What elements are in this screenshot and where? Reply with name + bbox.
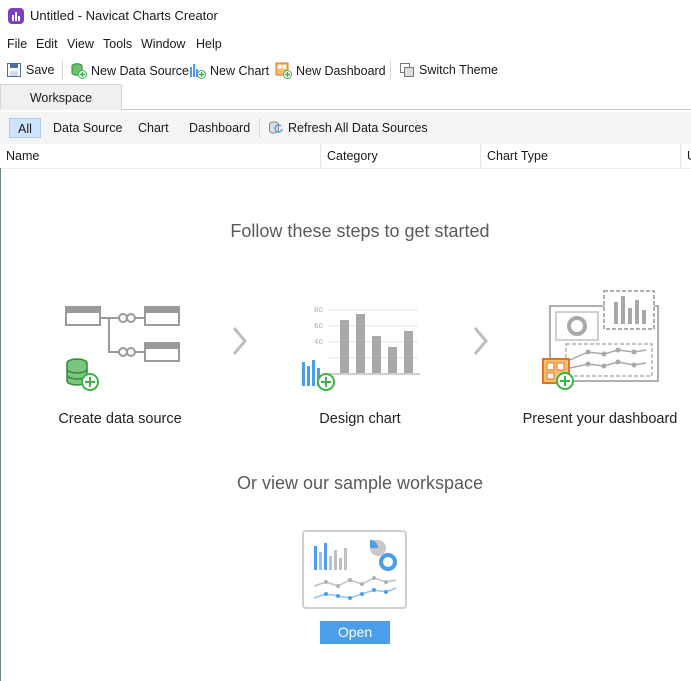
sample-workspace-thumbnail[interactable] <box>302 530 407 609</box>
toolbar: Save New Data Source New Chart New Dashb… <box>0 56 691 84</box>
chart-tick-80: 80 <box>314 306 323 314</box>
new-chart-label: New Chart <box>210 63 270 78</box>
new-data-source-button[interactable]: New Data Source <box>70 62 189 79</box>
sample-workspace-heading: Or view our sample workspace <box>236 473 484 493</box>
refresh-all-button[interactable]: Refresh All Data Sources <box>268 118 428 138</box>
filter-divider <box>259 118 260 138</box>
open-sample-button[interactable]: Open <box>320 621 390 644</box>
chevron-right-icon <box>473 327 488 355</box>
menu-view[interactable]: View <box>67 37 94 51</box>
toolbar-divider <box>390 60 391 80</box>
menu-file[interactable]: File <box>7 37 27 51</box>
switch-theme-icon <box>400 63 414 77</box>
filter-bar: All Data Source Chart Dashboard Refresh … <box>0 112 691 144</box>
new-data-source-label: New Data Source <box>91 63 189 78</box>
tab-workspace[interactable]: Workspace <box>0 84 122 110</box>
switch-theme-button[interactable]: Switch Theme <box>399 62 498 78</box>
column-updated[interactable]: U <box>680 144 691 168</box>
menu-bar: File Edit View Tools Window Help <box>0 34 691 54</box>
column-category[interactable]: Category <box>320 144 480 168</box>
window-edge <box>0 168 1 681</box>
refresh-all-label: Refresh All Data Sources <box>288 121 428 135</box>
save-label: Save <box>26 63 55 77</box>
filter-all[interactable]: All <box>9 118 41 138</box>
data-source-illustration <box>65 306 180 391</box>
new-dashboard-label: New Dashboard <box>296 63 386 78</box>
new-dashboard-button[interactable]: New Dashboard <box>275 62 386 79</box>
save-icon <box>7 63 21 77</box>
tab-strip <box>122 84 691 110</box>
step-present-dashboard: Present your dashboard <box>522 411 678 427</box>
tab-bar: Workspace <box>0 84 691 110</box>
step-create-data-source: Create data source <box>58 411 182 427</box>
new-data-source-icon <box>71 63 87 79</box>
menu-edit[interactable]: Edit <box>36 37 58 51</box>
list-column-header: Name Category Chart Type U <box>0 144 691 169</box>
new-dashboard-icon <box>275 62 292 79</box>
navicat-charts-app-icon <box>8 8 24 24</box>
filter-data-source[interactable]: Data Source <box>53 118 122 138</box>
column-name[interactable]: Name <box>0 144 320 168</box>
title-bar: Untitled - Navicat Charts Creator <box>0 0 691 32</box>
menu-help[interactable]: Help <box>196 37 222 51</box>
step-design-chart: Design chart <box>319 411 401 427</box>
window-title: Untitled - Navicat Charts Creator <box>30 8 218 23</box>
getting-started-heading: Follow these steps to get started <box>230 221 490 241</box>
sample-workspace-icon <box>313 540 397 600</box>
filter-dashboard[interactable]: Dashboard <box>189 118 250 138</box>
filter-chart[interactable]: Chart <box>138 118 169 138</box>
chart-tick-40: 40 <box>314 338 323 346</box>
new-chart-icon <box>190 64 206 79</box>
column-chart-type[interactable]: Chart Type <box>480 144 680 168</box>
dashboard-illustration <box>542 290 659 390</box>
chart-tick-60: 60 <box>314 322 323 330</box>
design-chart-illustration: 80 60 40 <box>302 306 420 391</box>
chevron-right-icon <box>232 327 247 355</box>
switch-theme-label: Switch Theme <box>419 63 498 77</box>
menu-tools[interactable]: Tools <box>103 37 132 51</box>
new-chart-button[interactable]: New Chart <box>189 62 269 79</box>
refresh-datasource-icon <box>269 121 283 134</box>
save-button[interactable]: Save <box>6 62 55 78</box>
menu-window[interactable]: Window <box>141 37 185 51</box>
toolbar-divider <box>62 60 63 80</box>
